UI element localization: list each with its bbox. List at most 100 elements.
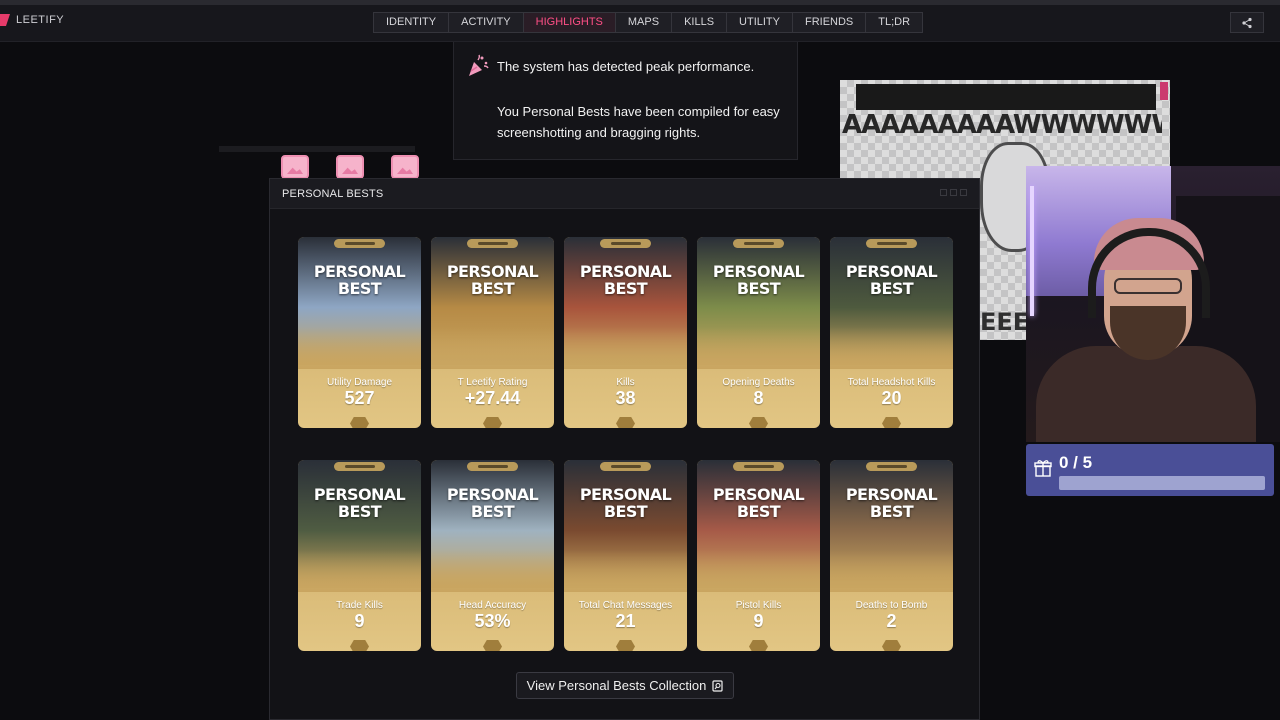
tab-utility[interactable]: UTILITY	[726, 12, 793, 33]
card-heading: PERSONAL BEST	[313, 485, 406, 521]
brand-logo[interactable]: LEETIFY	[0, 14, 64, 26]
card-heading: PERSONAL BEST	[712, 262, 805, 298]
tab-kills[interactable]: KILLS	[671, 12, 728, 33]
share-button[interactable]	[1230, 12, 1264, 33]
card-heading: PERSONAL BEST	[579, 485, 672, 521]
leetify-logo-icon	[0, 14, 10, 26]
minimize-icon[interactable]	[940, 189, 947, 196]
personal-best-card[interactable]: PERSONAL BEST T Leetify Rating +27.44	[431, 237, 554, 428]
card-date-badge	[600, 239, 651, 248]
card-date-badge	[467, 239, 518, 248]
map-scene-image	[697, 237, 820, 369]
map-scene-image	[830, 460, 953, 592]
tab-highlights[interactable]: HIGHLIGHTS	[522, 12, 616, 33]
notice-body: You Personal Bests have been compiled fo…	[497, 104, 780, 140]
card-date-badge	[334, 462, 385, 471]
tab-friends[interactable]: FRIENDS	[791, 12, 867, 33]
top-nav-bar: LEETIFY IDENTITY ACTIVITY HIGHLIGHTS MAPS KI…	[0, 0, 1280, 42]
card-stat-label: Head Accuracy	[458, 600, 527, 611]
card-heading: PERSONAL BEST	[313, 262, 406, 298]
map-scene-image	[431, 460, 554, 592]
view-collection-button[interactable]: View Personal Bests Collection	[516, 672, 734, 699]
card-date-badge	[334, 239, 385, 248]
card-stat-label: Opening Deaths	[722, 377, 795, 388]
tab-maps[interactable]: MAPS	[614, 12, 673, 33]
card-date-badge	[866, 462, 917, 471]
card-hex-icon	[350, 640, 369, 651]
tab-identity[interactable]: IDENTITY	[373, 12, 450, 33]
card-stat-label: Total Chat Messages	[578, 600, 673, 611]
card-stat-value: 53%	[474, 611, 511, 631]
card-hex-icon	[749, 640, 768, 651]
card-heading: PERSONAL BEST	[446, 262, 539, 298]
card-date-badge	[467, 462, 518, 471]
search-document-icon	[712, 679, 723, 692]
card-stat-label: Utility Damage	[326, 377, 393, 388]
card-heading: PERSONAL BEST	[712, 485, 805, 521]
personal-best-card[interactable]: PERSONAL BEST Deaths to Bomb 2	[830, 460, 953, 651]
card-stat-label: Kills	[616, 377, 635, 388]
card-hex-icon	[483, 417, 502, 428]
personal-best-card[interactable]: PERSONAL BEST Head Accuracy 53%	[431, 460, 554, 651]
personal-best-card[interactable]: PERSONAL BEST Total Chat Messages 21	[564, 460, 687, 651]
map-scene-image	[830, 237, 953, 369]
personal-best-card[interactable]: PERSONAL BEST Trade Kills 9	[298, 460, 421, 651]
card-heading: PERSONAL BEST	[579, 262, 672, 298]
map-scene-image	[298, 237, 421, 369]
tab-tldr[interactable]: TL;DR	[865, 12, 924, 33]
personal-best-card[interactable]: PERSONAL BEST Utility Damage 527	[298, 237, 421, 428]
card-date-badge	[600, 462, 651, 471]
personal-bests-panel: PERSONAL BESTS PERSONAL BEST Utility Dama…	[269, 178, 980, 720]
personal-best-card[interactable]: PERSONAL BEST Total Headshot Kills 20	[830, 237, 953, 428]
gift-goal-count: 0 / 5	[1059, 453, 1093, 472]
brand-name: LEETIFY	[16, 14, 65, 26]
webcam-glasses	[1114, 278, 1182, 294]
share-icon	[1242, 17, 1252, 28]
card-heading: PERSONAL BEST	[845, 262, 938, 298]
personal-best-card[interactable]: PERSONAL BEST Opening Deaths 8	[697, 237, 820, 428]
card-stat-label: T Leetify Rating	[457, 377, 528, 388]
image-icon	[336, 155, 364, 179]
card-heading: PERSONAL BEST	[446, 485, 539, 521]
card-stat-value: +27.44	[464, 388, 521, 408]
card-stat-value: 9	[354, 611, 365, 631]
webcam-neon-light	[1030, 186, 1034, 316]
card-stat-label: Trade Kills	[336, 600, 383, 611]
card-date-badge	[866, 239, 917, 248]
image-icon	[281, 155, 309, 179]
card-stat-label: Deaths to Bomb	[855, 600, 928, 611]
gift-icon	[1034, 460, 1052, 477]
webcam-feed	[1026, 166, 1280, 442]
tab-activity[interactable]: ACTIVITY	[448, 12, 524, 33]
party-popper-icon	[469, 54, 489, 76]
card-stat-value: 38	[615, 388, 636, 408]
map-scene-image	[298, 460, 421, 592]
map-scene-image	[431, 237, 554, 369]
peak-performance-notice: The system has detected peak performance…	[453, 42, 798, 160]
meme-accent	[1160, 82, 1168, 100]
webcam-person-body	[1036, 346, 1256, 442]
card-hex-icon	[616, 417, 635, 428]
notice-headline: The system has detected peak performance…	[497, 59, 755, 74]
card-hex-icon	[882, 640, 901, 651]
card-stat-label: Total Headshot Kills	[847, 377, 936, 388]
card-stat-value: 9	[753, 611, 764, 631]
gift-goal-widget: 0 / 5	[1026, 444, 1274, 496]
meme-caption: AAAAAAAAAWWWWWW	[842, 110, 1162, 140]
personal-best-card[interactable]: PERSONAL BEST Pistol Kills 9	[697, 460, 820, 651]
personal-best-card[interactable]: PERSONAL BEST Kills 38	[564, 237, 687, 428]
card-date-badge	[733, 239, 784, 248]
card-hex-icon	[882, 417, 901, 428]
card-stat-value: 2	[886, 611, 897, 631]
card-stat-value: 20	[881, 388, 902, 408]
view-collection-label: View Personal Bests Collection	[526, 678, 707, 693]
close-icon[interactable]	[960, 189, 967, 196]
card-stat-value: 527	[344, 388, 375, 408]
map-scene-image	[564, 237, 687, 369]
maximize-icon[interactable]	[950, 189, 957, 196]
image-icon	[391, 155, 419, 179]
panel-title: PERSONAL BESTS	[282, 188, 384, 200]
top-edge	[0, 0, 1280, 5]
panel-window-controls[interactable]	[940, 189, 967, 196]
decor-bar	[219, 146, 415, 152]
